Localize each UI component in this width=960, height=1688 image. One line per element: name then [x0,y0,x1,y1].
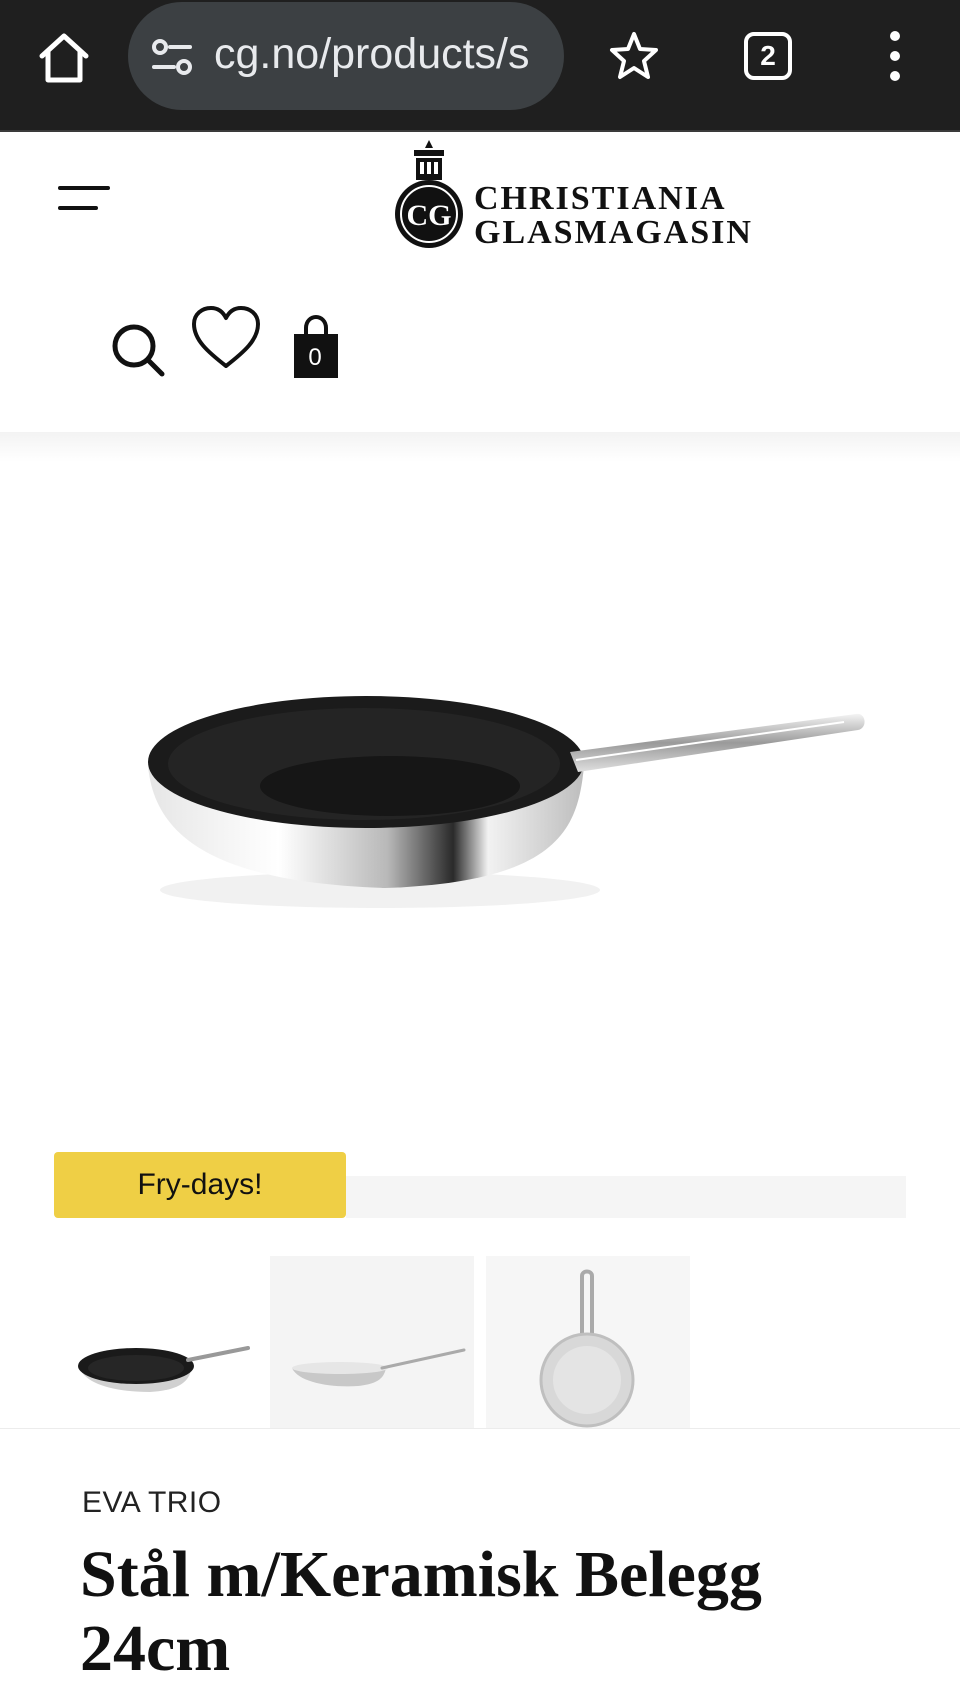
bookmark-star-icon[interactable] [608,30,660,82]
tab-switcher-button[interactable]: 2 [744,32,792,80]
url-text[interactable]: cg.no/products/s [214,30,548,79]
more-options-icon[interactable] [880,28,910,84]
gallery-scroll-track[interactable] [346,1176,906,1218]
search-icon[interactable] [108,320,168,380]
thumbnail-1[interactable] [70,1256,274,1428]
pan-thumbnail-side-icon [292,1348,466,1387]
pan-thumbnail-top-icon [78,1346,250,1392]
promo-badge: Fry-days! [54,1152,346,1218]
cart-button[interactable]: 0 [292,314,340,380]
home-icon[interactable] [36,30,92,86]
product-main-image[interactable] [140,690,880,930]
logo-crest-icon: CG [395,140,463,248]
gallery-top-shadow [0,432,960,462]
thumbnail-2[interactable] [270,1256,474,1428]
logo-text-line1: CHRISTIANIA [474,180,727,217]
product-brand[interactable]: EVA TRIO [82,1486,222,1520]
pan-thumbnail-bottom-icon [539,1269,635,1428]
product-title: Stål m/Keramisk Belegg 24cm [80,1538,762,1685]
menu-hamburger-icon[interactable] [58,184,112,214]
site-logo[interactable]: CG CHRISTIANIA GLASMAGASIN [388,134,768,254]
thumbnail-3[interactable] [486,1256,690,1428]
browser-toolbar: cg.no/products/s 2 [0,0,960,132]
logo-text-line2: GLASMAGASIN [474,214,753,251]
cart-count: 0 [308,344,322,371]
wishlist-heart-icon[interactable] [190,304,262,370]
site-settings-icon[interactable] [150,38,194,78]
logo-monogram: CG [407,199,452,232]
